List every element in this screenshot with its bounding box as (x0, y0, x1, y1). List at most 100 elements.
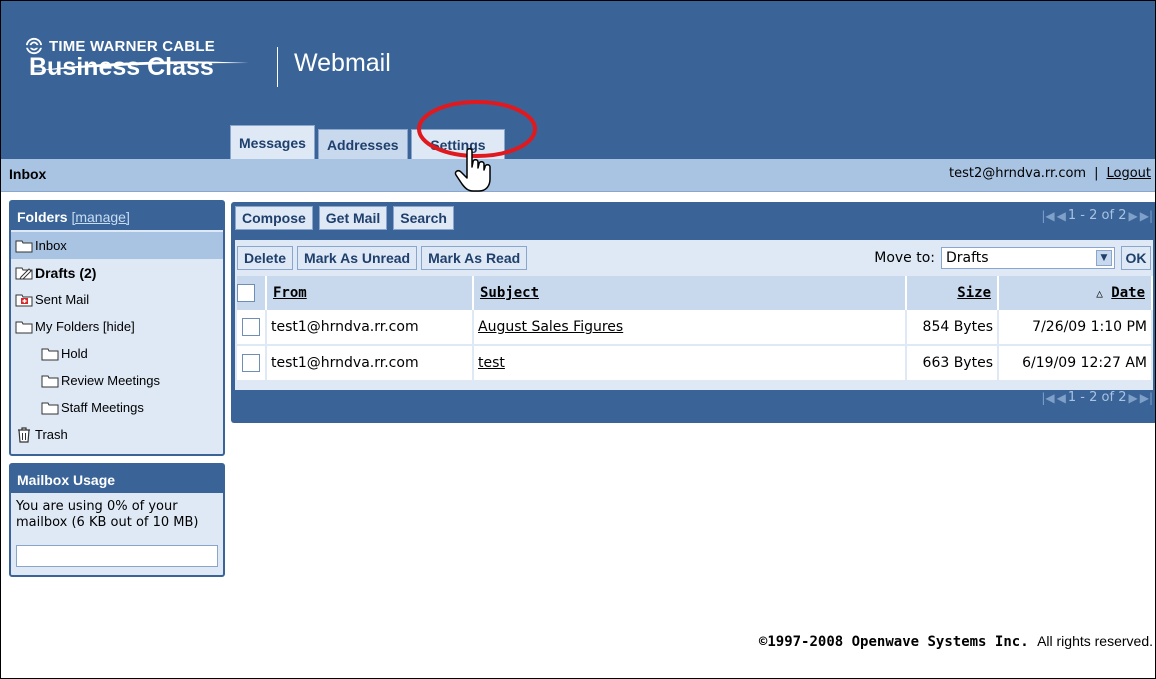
sidebar-item-staff-meetings[interactable]: Staff Meetings (11, 394, 223, 421)
row-from: test1@hrndva.rr.com (266, 345, 474, 382)
tab-addresses[interactable]: Addresses (317, 129, 408, 159)
sidebar-item-trash[interactable]: Trash (11, 421, 223, 448)
row-checkbox[interactable] (242, 318, 260, 336)
folder-icon (15, 321, 33, 333)
separator: | (1094, 166, 1099, 181)
last-page-icon[interactable]: ▶| (1140, 391, 1153, 405)
row-size: 663 Bytes (906, 345, 999, 382)
next-page-icon[interactable]: ▶ (1128, 391, 1137, 405)
pager-bottom: |◀ ◀ 1 - 2 of 2 ▶ ▶| (1041, 390, 1153, 405)
folders-panel-header: Folders [manage] (11, 202, 223, 230)
mailbox-usage-panel: Mailbox Usage You are using 0% of your m… (9, 463, 225, 577)
brand-company-line: TIME WARNER CABLE (49, 37, 215, 55)
sidebar-item-my-folders[interactable]: My Folders [hide] (11, 313, 223, 340)
sidebar-item-label: Review Meetings (61, 373, 160, 388)
delete-button[interactable]: Delete (237, 246, 294, 270)
row-date: 6/19/09 12:27 AM (998, 345, 1153, 382)
sort-from-link[interactable]: From (273, 285, 307, 301)
sidebar-item-hold[interactable]: Hold (11, 340, 223, 367)
user-info: test2@hrndva.rr.com | Logout (949, 166, 1151, 181)
message-list-area: Delete Mark As Unread Mark As Read Move … (235, 240, 1153, 390)
row-subject-cell: August Sales Figures (473, 310, 907, 346)
prev-page-icon[interactable]: ◀ (1057, 209, 1066, 223)
search-button[interactable]: Search (393, 206, 454, 230)
hand-cursor-icon (454, 148, 491, 192)
compose-button[interactable]: Compose (235, 206, 313, 230)
mailbox-usage-text: You are using 0% of your mailbox (6 KB o… (16, 499, 199, 530)
logo-divider (277, 47, 278, 87)
row-from: test1@hrndva.rr.com (266, 310, 474, 346)
get-mail-button[interactable]: Get Mail (318, 206, 388, 230)
sort-date-link[interactable]: Date (1111, 285, 1145, 301)
move-to-select[interactable]: Drafts ▼ (941, 247, 1115, 269)
row-subject-link[interactable]: test (478, 355, 505, 371)
row-select-cell (237, 345, 267, 382)
row-checkbox[interactable] (242, 354, 260, 372)
next-page-icon[interactable]: ▶ (1128, 209, 1137, 223)
mark-read-button[interactable]: Mark As Read (421, 246, 528, 270)
top-toolbar: Compose Get Mail Search (235, 206, 454, 230)
first-page-icon[interactable]: |◀ (1041, 209, 1054, 223)
pager-range: 1 - 2 of 2 (1067, 208, 1127, 223)
action-toolbar: Delete Mark As Unread Mark As Read (237, 246, 528, 270)
trash-icon (18, 426, 30, 443)
rights-text: All rights reserved. (1037, 633, 1153, 649)
status-bar: Inbox test2@hrndva.rr.com | Logout (1, 159, 1155, 192)
table-row[interactable]: test1@hrndva.rr.com test 663 Bytes 6/19/… (237, 345, 1153, 382)
hide-folders-link[interactable]: [hide] (103, 319, 135, 334)
sidebar-item-label: Staff Meetings (61, 400, 144, 415)
chevron-down-icon[interactable]: ▼ (1096, 250, 1112, 266)
sidebar-item-label: Drafts (2) (35, 264, 97, 281)
select-all-cell (237, 276, 267, 310)
from-header: From (266, 276, 474, 310)
tab-messages[interactable]: Messages (230, 125, 315, 159)
folders-title: Folders (17, 209, 68, 225)
sidebar-item-label: Trash (35, 427, 68, 442)
select-all-checkbox[interactable] (237, 284, 255, 302)
folder-icon (41, 348, 59, 360)
folder-list: Inbox Drafts (2) Sent Mail My Folders [h… (11, 230, 223, 454)
prev-page-icon[interactable]: ◀ (1057, 391, 1066, 405)
sidebar-item-drafts[interactable]: Drafts (2) (11, 259, 223, 286)
move-to-value: Drafts (946, 250, 989, 266)
row-subject-link[interactable]: August Sales Figures (478, 319, 623, 335)
logout-link[interactable]: Logout (1106, 166, 1151, 181)
header: TIME WARNER CABLE Business Class Webmail… (1, 1, 1155, 159)
folder-icon (15, 240, 33, 252)
sidebar-item-inbox[interactable]: Inbox (11, 232, 223, 259)
ok-button[interactable]: OK (1121, 246, 1151, 270)
folder-icon (41, 402, 59, 414)
sort-subject-link[interactable]: Subject (480, 285, 539, 301)
sidebar-item-label: Hold (61, 346, 88, 361)
date-header: △ Date (998, 276, 1153, 310)
first-page-icon[interactable]: |◀ (1041, 391, 1054, 405)
size-header: Size (906, 276, 999, 310)
drafts-folder-icon (15, 267, 33, 279)
move-to-control: Move to: Drafts ▼ OK (874, 246, 1151, 270)
webmail-window: TIME WARNER CABLE Business Class Webmail… (0, 0, 1156, 679)
manage-folders-link[interactable]: [manage] (71, 209, 129, 225)
message-table: From Subject Size △ Date test1@hrndva.rr… (237, 276, 1153, 382)
sort-size-link[interactable]: Size (957, 285, 991, 301)
message-panel: Compose Get Mail Search |◀ ◀ 1 - 2 of 2 … (231, 202, 1155, 423)
last-page-icon[interactable]: ▶| (1140, 209, 1153, 223)
subject-header: Subject (473, 276, 907, 310)
sort-ascending-icon: △ (1096, 287, 1103, 300)
mailbox-usage-header: Mailbox Usage (11, 465, 223, 493)
sidebar-item-label: Sent Mail (35, 292, 90, 307)
current-folder-title: Inbox (9, 166, 47, 182)
table-row[interactable]: test1@hrndva.rr.com August Sales Figures… (237, 310, 1153, 346)
sidebar-item-review-meetings[interactable]: Review Meetings (11, 367, 223, 394)
logo-swoosh (33, 61, 249, 71)
sidebar-item-sent-mail[interactable]: Sent Mail (11, 286, 223, 313)
copyright-text: ©1997-2008 Openwave Systems Inc. (758, 634, 1029, 650)
app-title: Webmail (294, 49, 391, 77)
sidebar-item-label: Inbox (35, 238, 67, 253)
sent-folder-icon (15, 294, 33, 306)
folders-panel: Folders [manage] Inbox Drafts (2) Sent M… (9, 200, 225, 456)
table-header-row: From Subject Size △ Date (237, 276, 1153, 310)
user-email: test2@hrndva.rr.com (949, 166, 1087, 181)
mark-unread-button[interactable]: Mark As Unread (297, 246, 418, 270)
pager-top: |◀ ◀ 1 - 2 of 2 ▶ ▶| (1041, 208, 1153, 223)
pager-range: 1 - 2 of 2 (1067, 390, 1127, 405)
